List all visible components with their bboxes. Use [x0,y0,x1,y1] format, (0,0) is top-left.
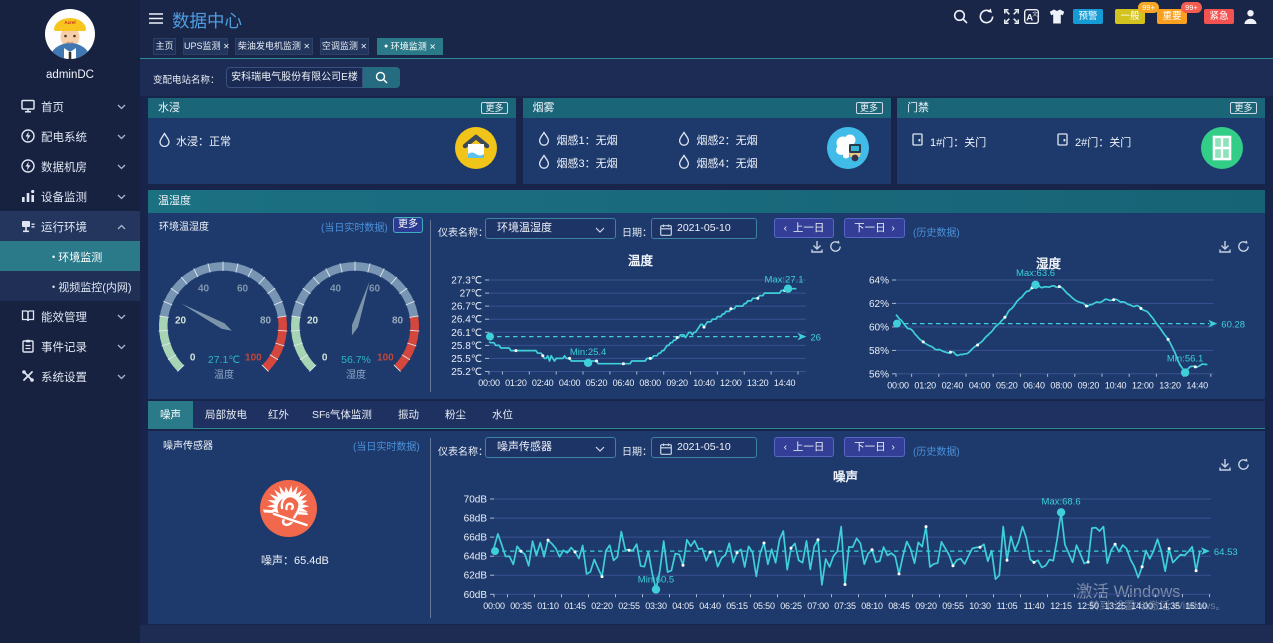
svg-text:文: 文 [1032,10,1038,18]
svg-text:Acrel: Acrel [64,20,75,25]
